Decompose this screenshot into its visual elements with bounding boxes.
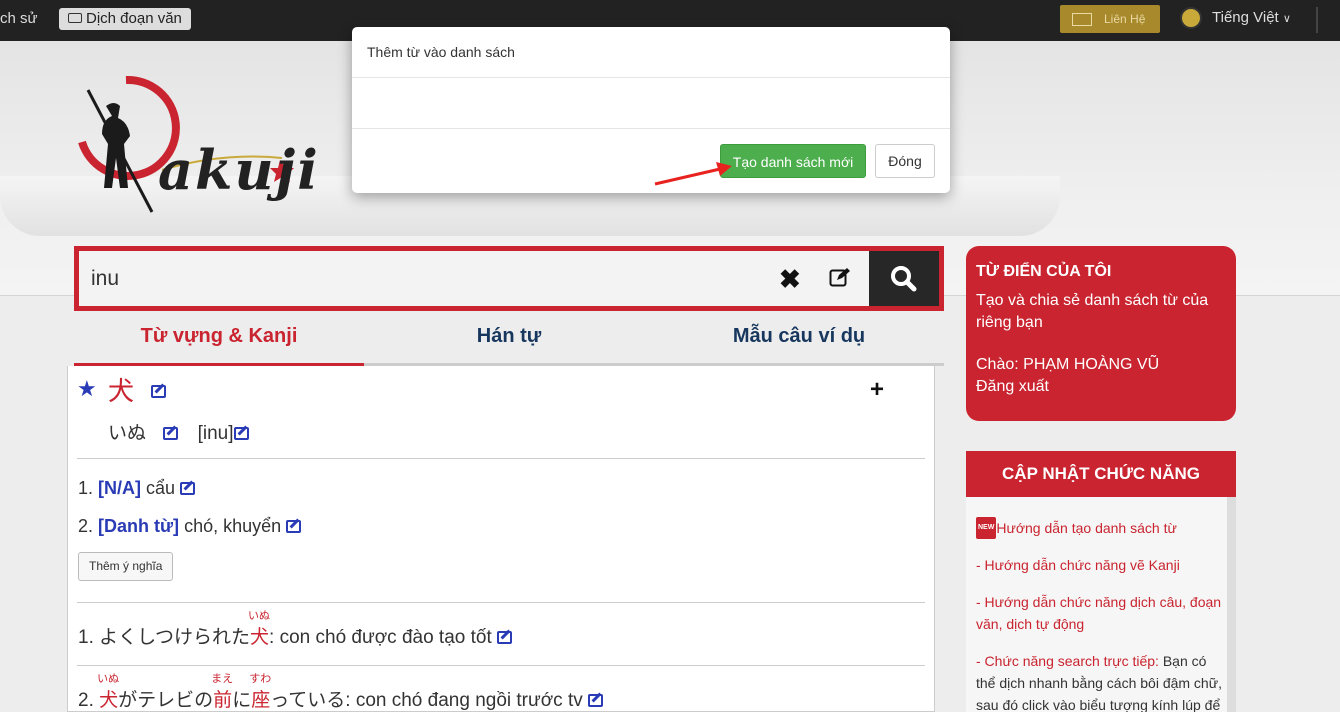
ruby-word[interactable]: いぬ犬 bbox=[97, 673, 119, 712]
edit-icon[interactable] bbox=[497, 631, 513, 644]
feature-updates-title: CẬP NHẬT CHỨC NĂNG bbox=[966, 451, 1236, 497]
example-text: に bbox=[232, 690, 252, 711]
example-text: がテレビの bbox=[118, 690, 214, 711]
tab-han-tu[interactable]: Hán tự bbox=[364, 325, 654, 348]
update-link[interactable]: - Chức năng search trực tiếp: Bạn có thể… bbox=[966, 650, 1236, 712]
add-to-list-icon[interactable]: + bbox=[870, 376, 884, 404]
update-link[interactable]: - Hướng dẫn chức năng vẽ Kanji bbox=[966, 554, 1236, 576]
edit-icon[interactable] bbox=[180, 482, 196, 495]
search-input[interactable]: inu bbox=[79, 251, 869, 306]
edit-icon[interactable] bbox=[163, 427, 179, 440]
result-tabs: Từ vựng & Kanji Hán tự Mẫu câu ví dụ bbox=[74, 314, 944, 366]
translate-paragraph-label: Dịch đoạn văn bbox=[86, 10, 182, 27]
clear-icon[interactable]: ✖ bbox=[779, 264, 801, 294]
language-selector[interactable]: Tiếng Việt ∨ bbox=[1180, 7, 1291, 30]
word-result-panel: ★ 犬 + いぬ [inu] 1. [N/A] cẩu 2. [Danh từ]… bbox=[67, 366, 935, 712]
mail-icon bbox=[1072, 13, 1092, 26]
example-text: よくしつけられた bbox=[99, 627, 251, 648]
example-number: 1. bbox=[78, 627, 94, 648]
user-greeting: Chào: PHẠM HOÀNG VŨ bbox=[976, 356, 1160, 373]
new-badge: NEW bbox=[976, 517, 997, 539]
search-icon bbox=[891, 266, 917, 292]
add-meaning-button[interactable]: Thêm ý nghĩa bbox=[78, 552, 174, 581]
meaning-text: chó, khuyển bbox=[184, 516, 282, 536]
my-dictionary-title[interactable]: TỪ ĐIỂN CỦA TÔI bbox=[976, 263, 1226, 281]
meaning-item: 2. [Danh từ] chó, khuyển bbox=[78, 516, 302, 537]
part-of-speech: [N/A] bbox=[98, 478, 142, 498]
search-button[interactable] bbox=[869, 251, 939, 306]
example-number: 2. bbox=[78, 690, 94, 711]
language-label: Tiếng Việt bbox=[1212, 9, 1279, 26]
ruby-base: 犬 bbox=[99, 690, 119, 711]
feature-updates-panel: CẬP NHẬT CHỨC NĂNG NEW Hướng dẫn tạo danh… bbox=[966, 451, 1236, 712]
search-bar: inu ✖ bbox=[74, 246, 944, 311]
contact-label: Liên Hệ bbox=[1104, 12, 1146, 26]
update-link[interactable]: NEW Hướng dẫn tạo danh sách từ bbox=[966, 517, 1236, 539]
edit-icon[interactable] bbox=[588, 694, 604, 707]
divider bbox=[1316, 7, 1318, 33]
translate-paragraph-button[interactable]: Dịch đoạn văn bbox=[59, 8, 191, 30]
handwriting-edit-icon[interactable] bbox=[829, 267, 851, 287]
my-dictionary-desc: Tạo và chia sẻ danh sách từ của riêng bạ… bbox=[976, 292, 1209, 331]
ruby-base: 犬 bbox=[250, 627, 270, 648]
entry-kana: いぬ bbox=[108, 423, 147, 444]
ruby-reading: いぬ bbox=[248, 610, 271, 622]
divider bbox=[77, 665, 925, 666]
my-dictionary-card: TỪ ĐIỂN CỦA TÔI Tạo và chia sẻ danh sách… bbox=[966, 246, 1236, 421]
edit-icon[interactable] bbox=[151, 385, 166, 398]
chevron-down-icon: ∨ bbox=[1282, 13, 1291, 25]
divider bbox=[77, 458, 925, 459]
create-new-list-button[interactable]: Tạo danh sách mới bbox=[720, 144, 866, 178]
ruby-base: 前 bbox=[213, 690, 233, 711]
modal-body bbox=[352, 78, 950, 129]
history-link[interactable]: ch sử bbox=[0, 10, 38, 27]
part-of-speech: [Danh từ] bbox=[98, 516, 180, 536]
edit-icon[interactable] bbox=[286, 520, 302, 533]
meaning-text: cẩu bbox=[146, 478, 176, 498]
update-link-label: - Chức năng search trực tiếp: bbox=[976, 653, 1159, 669]
add-to-list-modal: Thêm từ vào danh sách Tạo danh sách mới … bbox=[352, 27, 950, 193]
modal-title: Thêm từ vào danh sách bbox=[352, 27, 950, 78]
star-icon[interactable]: ★ bbox=[77, 376, 97, 402]
ruby-reading: すわ bbox=[249, 673, 272, 685]
meaning-number: 2. bbox=[78, 516, 94, 536]
example-sentence: 1. よくしつけられた いぬ 犬: con chó được đào tạo tốt bbox=[78, 610, 513, 649]
ruby-reading: いぬ bbox=[97, 673, 120, 685]
divider bbox=[77, 602, 925, 603]
contact-button[interactable]: Liên Hệ bbox=[1060, 5, 1160, 33]
logout-link[interactable]: Đăng xuất bbox=[976, 376, 1226, 398]
ruby-reading: まえ bbox=[211, 673, 234, 685]
logo-text: akuji bbox=[158, 138, 320, 202]
scrollbar[interactable] bbox=[1227, 497, 1236, 712]
ruby-word[interactable]: いぬ犬 bbox=[248, 610, 270, 649]
ruby-word[interactable]: すわ座 bbox=[249, 673, 271, 712]
ruby-word[interactable]: まえ前 bbox=[211, 673, 233, 712]
example-sentence: 2. いぬ 犬がテレビの まえ 前に すわ 座っている: con chó đang ngồ… bbox=[78, 673, 604, 712]
tab-vocabulary-kanji[interactable]: Từ vựng & Kanji bbox=[74, 325, 364, 348]
site-logo[interactable]: akuji bbox=[66, 72, 318, 230]
edit-icon[interactable] bbox=[233, 427, 249, 440]
meaning-item: 1. [N/A] cẩu bbox=[78, 478, 196, 499]
keyboard-icon bbox=[68, 13, 82, 23]
red-arrow-annotation bbox=[654, 162, 732, 186]
tab-example-sentences[interactable]: Mẫu câu ví dụ bbox=[654, 325, 944, 348]
entry-reading: いぬ [inu] bbox=[108, 418, 249, 445]
meaning-number: 1. bbox=[78, 478, 94, 498]
ruby-base: 座 bbox=[251, 690, 271, 711]
example-translation: っている: con chó đang ngồi trước tv bbox=[270, 690, 583, 711]
update-link-label: Hướng dẫn tạo danh sách từ bbox=[996, 520, 1177, 536]
close-button[interactable]: Đóng bbox=[875, 144, 935, 178]
entry-word: 犬 bbox=[108, 376, 135, 406]
entry-romaji: [inu] bbox=[197, 423, 234, 444]
update-link[interactable]: - Hướng dẫn chức năng dịch câu, đoạn văn… bbox=[966, 591, 1236, 635]
example-translation: : con chó được đào tạo tốt bbox=[269, 627, 492, 648]
globe-icon bbox=[1180, 7, 1202, 30]
